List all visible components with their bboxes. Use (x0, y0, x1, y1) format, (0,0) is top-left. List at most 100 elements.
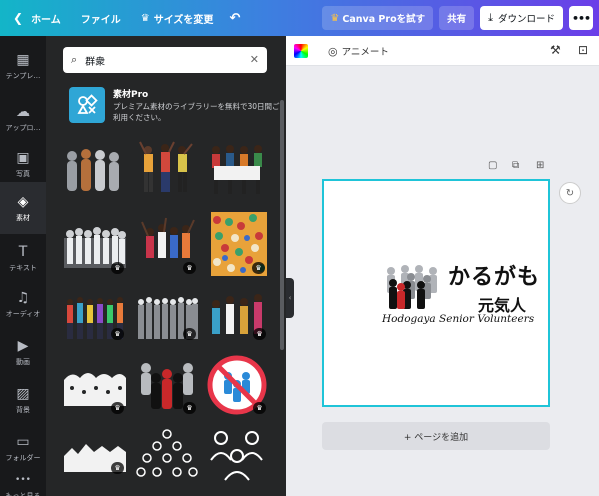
home-button[interactable]: ❮ ホーム (6, 6, 68, 30)
sidebar-item-templates[interactable]: ▦ テンプレ… (0, 40, 46, 92)
sidebar-item-label: 背景 (16, 405, 30, 414)
photo-icon: ▣ (16, 149, 30, 166)
animate-label: アニメート (341, 47, 389, 58)
resize-label: サイズを変更 (153, 14, 214, 26)
panel-scrollbar[interactable] (280, 100, 284, 350)
add-page-button[interactable]: + ページを追加 (322, 422, 550, 450)
more-options-button[interactable]: ••• (569, 6, 593, 30)
design-title-text[interactable]: かるがも (448, 259, 540, 291)
premium-crown-icon: ♛ (111, 328, 124, 340)
crowd-element-silhouettes[interactable] (64, 144, 126, 196)
download-button[interactable]: ⤓ ダウンロード (480, 6, 563, 30)
chevron-left-icon: ‹ (288, 294, 292, 302)
duplicate-page-icon[interactable]: ⧉ (512, 160, 519, 171)
sidebar-item-audio[interactable]: ♫ オーディオ (0, 278, 46, 330)
premium-crown-icon: ♛ (253, 328, 266, 340)
crown-icon: ♛ (140, 12, 150, 24)
add-page-label: + ページを追加 (403, 432, 469, 443)
sidebar-item-label: フォルダー (5, 453, 41, 462)
color-picker-button[interactable] (294, 44, 308, 58)
more-icon: ••• (571, 11, 591, 25)
crowd-element-marching[interactable]: ♛ (64, 292, 126, 342)
sidebar-item-label: もっと見る (5, 492, 41, 496)
crowd-element-audience[interactable]: ♛ (206, 288, 268, 342)
sidebar-item-label: オーディオ (5, 309, 41, 318)
premium-crown-icon: ♛ (183, 262, 196, 274)
promo-description: プレミアム素材のライブラリーを無料で30日間ご利用ください。 (113, 102, 280, 122)
elements-icon: ◈ (17, 193, 29, 210)
sidebar-item-label: アップロ… (5, 123, 41, 132)
paint-roller-icon[interactable]: ⚒ (550, 43, 561, 57)
lock-icon[interactable]: ⊡ (578, 43, 588, 57)
try-canva-pro-button[interactable]: ♛ Canva Proを試す (322, 6, 434, 30)
crowd-element-colorful-dense[interactable]: ♛ (211, 212, 267, 276)
elements-panel: ⌕ ✕ 素材Pro プレミアム素材のライブラリーを無料で30日間ご利用ください。 (46, 36, 286, 496)
crowd-element-white-crowd[interactable]: ♛ (64, 366, 126, 416)
add-page-icon[interactable]: ⊞ (536, 160, 544, 171)
animate-button[interactable]: ◎ アニメート (328, 44, 389, 59)
editor-toolbar: ◎ アニメート ⚒ ⊡ (286, 36, 599, 66)
sidebar-item-label: テンプレ… (5, 71, 41, 80)
crowd-element-banner[interactable] (206, 140, 268, 196)
crowd-element-white-silhouette[interactable]: ♛ (64, 436, 126, 476)
left-sidebar: ▦ テンプレ… ☁ アップロ… ▣ 写真 ◈ 素材 T テキスト ♫ オーディオ… (0, 36, 46, 496)
sidebar-item-video[interactable]: ▶ 動画 (0, 326, 46, 378)
crowd-element-no-crowd[interactable]: ♛ (206, 354, 268, 416)
download-label: ダウンロード (497, 14, 555, 25)
sidebar-item-label: 写真 (16, 169, 30, 178)
sidebar-item-uploads[interactable]: ☁ アップロ… (0, 92, 46, 144)
collapse-panel-button[interactable]: ‹ (286, 278, 294, 318)
crowd-logo-graphic[interactable] (383, 263, 443, 314)
file-label: ファイル (80, 14, 121, 26)
premium-crown-icon: ♛ (111, 402, 124, 414)
sidebar-item-background[interactable]: ▨ 背景 (0, 374, 46, 426)
crowd-element-outline-pyramid[interactable] (136, 426, 198, 486)
share-label: 共有 (447, 14, 467, 25)
sidebar-item-label: 素材 (16, 213, 30, 222)
clear-search-icon[interactable]: ✕ (250, 53, 259, 66)
sidebar-item-more[interactable]: ••• もっと見る (0, 468, 46, 496)
design-caption-text[interactable]: Hodogaya Senior Volunteers (382, 313, 534, 325)
home-label: ホーム (31, 14, 61, 26)
crowd-element-party[interactable]: ♛ (136, 216, 198, 276)
animate-icon: ◎ (328, 44, 338, 58)
premium-crown-icon: ♛ (183, 402, 196, 414)
resize-button[interactable]: ♛ サイズを変更 (134, 6, 221, 30)
top-bar: ❮ ホーム ファイル ♛ サイズを変更 ↶ ♛ Canva Proを試す 共有 … (0, 0, 599, 36)
page-note-icon[interactable]: ▢ (488, 160, 497, 171)
premium-crown-icon: ♛ (253, 402, 266, 414)
crown-icon: ♛ (330, 12, 340, 24)
search-box[interactable]: ⌕ ✕ (63, 47, 267, 73)
music-note-icon: ♫ (16, 289, 30, 306)
download-icon: ⤓ (488, 11, 493, 24)
crowd-element-grey-crowd[interactable]: ♛ (64, 212, 126, 276)
sidebar-item-label: 動画 (16, 357, 30, 366)
video-icon: ▶ (17, 337, 29, 354)
file-menu-button[interactable]: ファイル (74, 6, 128, 30)
chevron-left-icon: ❮ (13, 11, 24, 25)
crowd-element-bw-crowd[interactable]: ♛ (136, 292, 198, 342)
sidebar-item-label: テキスト (9, 263, 37, 272)
sidebar-item-folders[interactable]: ▭ フォルダー (0, 422, 46, 474)
folder-icon: ▭ (16, 433, 30, 450)
premium-crown-icon: ♛ (183, 328, 196, 340)
crowd-element-family-red[interactable]: ♛ (136, 358, 198, 416)
promo-title: 素材Pro (113, 90, 149, 100)
elements-pro-icon (69, 87, 105, 123)
premium-crown-icon: ♛ (111, 262, 124, 274)
rotate-icon[interactable]: ↻ (559, 182, 581, 204)
templates-icon: ▦ (16, 51, 30, 68)
text-icon: T (18, 243, 28, 260)
elements-pro-promo[interactable]: 素材Pro プレミアム素材のライブラリーを無料で30日間ご利用ください。 (69, 86, 280, 126)
more-dots-icon: ••• (15, 475, 31, 485)
crowd-element-cheering[interactable] (136, 140, 198, 196)
sidebar-item-text[interactable]: T テキスト (0, 232, 46, 284)
share-button[interactable]: 共有 (439, 6, 475, 30)
undo-button[interactable]: ↶ (222, 6, 247, 30)
search-input[interactable] (85, 54, 226, 66)
upload-cloud-icon: ☁ (16, 103, 30, 120)
sidebar-item-elements[interactable]: ◈ 素材 (0, 182, 46, 234)
premium-crown-icon: ♛ (111, 462, 124, 474)
undo-icon: ↶ (229, 10, 241, 26)
crowd-element-outline-people[interactable] (206, 424, 268, 486)
